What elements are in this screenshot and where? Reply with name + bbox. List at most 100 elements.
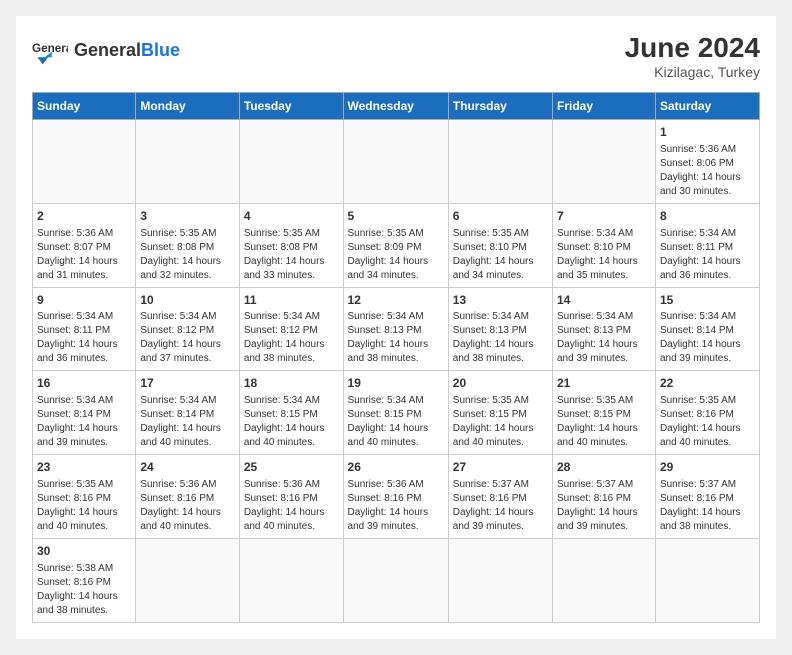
logo-blue: Blue — [141, 40, 180, 60]
day-number: 6 — [453, 208, 548, 225]
table-row: 2 Sunrise: 5:36 AM Sunset: 8:07 PM Daylig… — [33, 203, 136, 287]
day-info: Sunrise: 5:34 AM Sunset: 8:12 PM Dayligh… — [244, 310, 339, 366]
day-number: 27 — [453, 459, 548, 476]
header-sunday: Sunday — [33, 93, 136, 120]
table-row: 29Sunrise: 5:37 AM Sunset: 8:16 PM Dayli… — [655, 455, 759, 539]
header-friday: Friday — [553, 93, 656, 120]
day-number: 5 — [348, 208, 444, 225]
logo: General GeneralBlue — [32, 32, 180, 68]
day-number: 11 — [244, 292, 339, 309]
table-row: 23Sunrise: 5:35 AM Sunset: 8:16 PM Dayli… — [33, 455, 136, 539]
day-number: 24 — [140, 459, 234, 476]
table-row: 22 Sunrise: 5:35 AM Sunset: 8:16 PM Dayli… — [655, 371, 759, 455]
day-number: 30 — [37, 543, 131, 560]
table-row — [136, 120, 239, 204]
day-info: Sunrise: 5:34 AM Sunset: 8:15 PM Dayligh… — [348, 394, 444, 450]
calendar-row: 2 Sunrise: 5:36 AM Sunset: 8:07 PM Daylig… — [33, 203, 760, 287]
table-row: 13Sunrise: 5:34 AM Sunset: 8:13 PM Dayli… — [448, 287, 552, 371]
day-info: Sunrise: 5:34 AM Sunset: 8:11 PM Dayligh… — [660, 227, 755, 283]
table-row — [448, 538, 552, 622]
day-number: 14 — [557, 292, 651, 309]
day-info: Sunrise: 5:36 AM Sunset: 8:07 PM Dayligh… — [37, 227, 131, 283]
day-info: Sunrise: 5:35 AM Sunset: 8:16 PM Dayligh… — [660, 394, 755, 450]
day-number: 3 — [140, 208, 234, 225]
day-number: 9 — [37, 292, 131, 309]
table-row: 17Sunrise: 5:34 AM Sunset: 8:14 PM Dayli… — [136, 371, 239, 455]
day-info: Sunrise: 5:36 AM Sunset: 8:06 PM Dayligh… — [660, 143, 755, 199]
day-number: 20 — [453, 375, 548, 392]
day-number: 19 — [348, 375, 444, 392]
location-subtitle: Kizilagac, Turkey — [625, 64, 760, 80]
day-info: Sunrise: 5:34 AM Sunset: 8:14 PM Dayligh… — [660, 310, 755, 366]
day-info: Sunrise: 5:35 AM Sunset: 8:08 PM Dayligh… — [244, 227, 339, 283]
day-number: 2 — [37, 208, 131, 225]
table-row: 1Sunrise: 5:36 AM Sunset: 8:06 PM Daylig… — [655, 120, 759, 204]
table-row: 25 Sunrise: 5:36 AM Sunset: 8:16 PM Dayli… — [239, 455, 343, 539]
title-block: June 2024 Kizilagac, Turkey — [625, 32, 760, 80]
table-row: 28Sunrise: 5:37 AM Sunset: 8:16 PM Dayli… — [553, 455, 656, 539]
calendar-page: General GeneralBlue June 2024 Kizilagac,… — [16, 16, 776, 639]
table-row: 18Sunrise: 5:34 AM Sunset: 8:15 PM Dayli… — [239, 371, 343, 455]
svg-text:General: General — [32, 42, 68, 55]
day-info: Sunrise: 5:36 AM Sunset: 8:16 PM Dayligh… — [244, 478, 339, 534]
day-info: Sunrise: 5:35 AM Sunset: 8:08 PM Dayligh… — [140, 227, 234, 283]
calendar-row: 9Sunrise: 5:34 AM Sunset: 8:11 PM Daylig… — [33, 287, 760, 371]
calendar-row: 23Sunrise: 5:35 AM Sunset: 8:16 PM Dayli… — [33, 455, 760, 539]
table-row: 20Sunrise: 5:35 AM Sunset: 8:15 PM Dayli… — [448, 371, 552, 455]
table-row: 15Sunrise: 5:34 AM Sunset: 8:14 PM Dayli… — [655, 287, 759, 371]
day-info: Sunrise: 5:34 AM Sunset: 8:10 PM Dayligh… — [557, 227, 651, 283]
table-row — [33, 120, 136, 204]
table-row: 21 Sunrise: 5:35 AM Sunset: 8:15 PM Dayli… — [553, 371, 656, 455]
day-info: Sunrise: 5:37 AM Sunset: 8:16 PM Dayligh… — [453, 478, 548, 534]
day-number: 25 — [244, 459, 339, 476]
day-number: 29 — [660, 459, 755, 476]
table-row: 11Sunrise: 5:34 AM Sunset: 8:12 PM Dayli… — [239, 287, 343, 371]
calendar-row: 16Sunrise: 5:34 AM Sunset: 8:14 PM Dayli… — [33, 371, 760, 455]
table-row: 12Sunrise: 5:34 AM Sunset: 8:13 PM Dayli… — [343, 287, 448, 371]
header-tuesday: Tuesday — [239, 93, 343, 120]
table-row — [343, 538, 448, 622]
day-info: Sunrise: 5:35 AM Sunset: 8:16 PM Dayligh… — [37, 478, 131, 534]
table-row: 27 Sunrise: 5:37 AM Sunset: 8:16 PM Dayli… — [448, 455, 552, 539]
calendar-row: 1Sunrise: 5:36 AM Sunset: 8:06 PM Daylig… — [33, 120, 760, 204]
header-thursday: Thursday — [448, 93, 552, 120]
calendar-table: Sunday Monday Tuesday Wednesday Thursday… — [32, 92, 760, 623]
header-monday: Monday — [136, 93, 239, 120]
table-row — [448, 120, 552, 204]
table-row: 10Sunrise: 5:34 AM Sunset: 8:12 PM Dayli… — [136, 287, 239, 371]
day-number: 8 — [660, 208, 755, 225]
weekday-header-row: Sunday Monday Tuesday Wednesday Thursday… — [33, 93, 760, 120]
table-row: 24 Sunrise: 5:36 AM Sunset: 8:16 PM Dayli… — [136, 455, 239, 539]
day-number: 26 — [348, 459, 444, 476]
day-info: Sunrise: 5:38 AM Sunset: 8:16 PM Dayligh… — [37, 562, 131, 618]
day-info: Sunrise: 5:34 AM Sunset: 8:13 PM Dayligh… — [348, 310, 444, 366]
table-row: 4 Sunrise: 5:35 AM Sunset: 8:08 PM Daylig… — [239, 203, 343, 287]
table-row — [655, 538, 759, 622]
day-number: 15 — [660, 292, 755, 309]
table-row: 5Sunrise: 5:35 AM Sunset: 8:09 PM Daylig… — [343, 203, 448, 287]
day-info: Sunrise: 5:35 AM Sunset: 8:10 PM Dayligh… — [453, 227, 548, 283]
table-row: 3 Sunrise: 5:35 AM Sunset: 8:08 PM Daylig… — [136, 203, 239, 287]
day-number: 17 — [140, 375, 234, 392]
table-row — [343, 120, 448, 204]
day-number: 21 — [557, 375, 651, 392]
header-wednesday: Wednesday — [343, 93, 448, 120]
day-number: 22 — [660, 375, 755, 392]
table-row: 14Sunrise: 5:34 AM Sunset: 8:13 PM Dayli… — [553, 287, 656, 371]
header-saturday: Saturday — [655, 93, 759, 120]
table-row — [239, 538, 343, 622]
day-info: Sunrise: 5:34 AM Sunset: 8:11 PM Dayligh… — [37, 310, 131, 366]
day-info: Sunrise: 5:34 AM Sunset: 8:12 PM Dayligh… — [140, 310, 234, 366]
day-number: 16 — [37, 375, 131, 392]
day-info: Sunrise: 5:36 AM Sunset: 8:16 PM Dayligh… — [140, 478, 234, 534]
day-info: Sunrise: 5:36 AM Sunset: 8:16 PM Dayligh… — [348, 478, 444, 534]
logo-icon: General — [32, 32, 68, 68]
table-row: 8 Sunrise: 5:34 AM Sunset: 8:11 PM Daylig… — [655, 203, 759, 287]
day-info: Sunrise: 5:35 AM Sunset: 8:15 PM Dayligh… — [557, 394, 651, 450]
day-number: 4 — [244, 208, 339, 225]
day-number: 13 — [453, 292, 548, 309]
calendar-row: 30 Sunrise: 5:38 AM Sunset: 8:16 PM Dayli… — [33, 538, 760, 622]
table-row — [239, 120, 343, 204]
table-row: 16Sunrise: 5:34 AM Sunset: 8:14 PM Dayli… — [33, 371, 136, 455]
logo-general: General — [74, 40, 141, 60]
